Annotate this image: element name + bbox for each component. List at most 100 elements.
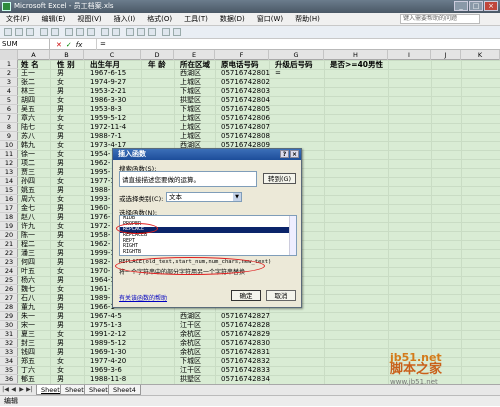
cell-b[interactable]: 女 (57, 177, 64, 186)
row-header[interactable]: 22 (0, 249, 18, 258)
row-header[interactable]: 14 (0, 177, 18, 186)
cell-b[interactable]: 男 (57, 204, 64, 213)
cell-g[interactable]: = (275, 69, 281, 78)
cell-f[interactable]: 05716742805 (221, 105, 270, 114)
cell-c[interactable]: 1959-5-12 (90, 114, 126, 123)
sort-asc-icon[interactable] (137, 28, 145, 36)
open-icon[interactable] (15, 28, 23, 36)
cell-a[interactable]: 董九 (21, 303, 35, 312)
cell-a[interactable]: 许九 (21, 222, 35, 231)
go-button[interactable]: 转到(G) (263, 173, 296, 184)
cell-c[interactable]: 1953-8-3 (90, 105, 122, 114)
cell-f[interactable]: 05716742831 (221, 348, 270, 357)
new-icon[interactable] (4, 28, 12, 36)
cell-c[interactable]: 1975-1-3 (90, 321, 122, 330)
row-header[interactable]: 24 (0, 267, 18, 276)
column-header-g[interactable]: G (269, 50, 324, 60)
cell-b[interactable]: 女 (57, 267, 64, 276)
sort-desc-icon[interactable] (148, 28, 156, 36)
select-all-corner[interactable] (0, 50, 18, 60)
chart-icon[interactable] (162, 28, 170, 36)
dialog-help-icon[interactable]: ? (280, 150, 289, 158)
cell-e[interactable]: 下城区 (180, 87, 201, 96)
cell-a[interactable]: 朱一 (21, 312, 35, 321)
cell-e[interactable]: 拱墅区 (180, 96, 201, 105)
menu-insert[interactable]: 插入(I) (108, 13, 142, 26)
row-header[interactable]: 6 (0, 105, 18, 114)
cell-b[interactable]: 男 (57, 213, 64, 222)
dialog-titlebar[interactable]: 插入函数 ? × (113, 149, 301, 160)
cell-e[interactable]: 余杭区 (180, 348, 201, 357)
menu-window[interactable]: 窗口(W) (251, 13, 289, 26)
menu-edit[interactable]: 编辑(E) (36, 13, 72, 26)
cell-c[interactable]: 1961- (90, 285, 110, 294)
menu-tools[interactable]: 工具(T) (178, 13, 214, 26)
cell-c[interactable]: 1988-7-1 (90, 132, 122, 141)
cell-b[interactable]: 男 (57, 69, 64, 78)
cell-c[interactable]: 1967-4-5 (90, 312, 122, 321)
cell-b[interactable]: 女 (57, 123, 64, 132)
cell-b[interactable]: 男 (57, 348, 64, 357)
cancel-entry-icon[interactable]: ✕ (56, 41, 62, 49)
cell-e[interactable]: 西湖区 (180, 312, 201, 321)
cell-c[interactable]: 1972-11-4 (90, 123, 126, 132)
cell-a[interactable]: 夏三 (21, 330, 35, 339)
save-icon[interactable] (26, 28, 34, 36)
cell-f[interactable]: 05716742832 (221, 357, 270, 366)
cell-f[interactable]: 05716742827 (221, 312, 270, 321)
menu-data[interactable]: 数据(D) (214, 13, 251, 26)
row-header[interactable]: 25 (0, 276, 18, 285)
row-header[interactable]: 1 (0, 60, 18, 69)
cell-b[interactable]: 女 (57, 78, 64, 87)
cell-b[interactable]: 男 (57, 375, 64, 384)
cell-a[interactable]: 项二 (21, 159, 35, 168)
cell-b[interactable]: 男 (57, 159, 64, 168)
cell-b[interactable]: 男 (57, 249, 64, 258)
column-header-b[interactable]: B (50, 50, 84, 60)
cell-c[interactable]: 1988- (90, 186, 110, 195)
function-list[interactable]: MIDB PROPER REPLACE REPLACEB REPT RIGHT … (119, 215, 297, 256)
cell-b[interactable]: 性 别 (57, 60, 75, 69)
cell-f[interactable]: 05716742829 (221, 330, 270, 339)
cell-b[interactable]: 男 (57, 105, 64, 114)
cell-f[interactable]: 05716742804 (221, 96, 270, 105)
cell-a[interactable]: 杨六 (21, 276, 35, 285)
cell-b[interactable]: 女 (57, 141, 64, 150)
cell-a[interactable]: 陈一 (21, 231, 35, 240)
category-select[interactable]: 文本 ▼ (166, 192, 242, 202)
cell-a[interactable]: 何四 (21, 258, 35, 267)
row-header[interactable]: 7 (0, 114, 18, 123)
row-header[interactable]: 12 (0, 159, 18, 168)
column-header-k[interactable]: K (461, 50, 500, 60)
search-function-input[interactable]: 请直接描述您要做的运算。 (119, 171, 257, 187)
cell-a[interactable]: 程二 (21, 240, 35, 249)
row-header[interactable]: 30 (0, 321, 18, 330)
column-header-j[interactable]: J (431, 50, 461, 60)
cell-a[interactable]: 宋一 (21, 321, 35, 330)
cell-a[interactable]: 苏八 (21, 132, 35, 141)
row-header[interactable]: 31 (0, 330, 18, 339)
cell-h[interactable]: 是否>=40男性 (330, 60, 383, 69)
cell-c[interactable]: 1991-2-12 (90, 330, 126, 339)
cell-a[interactable]: 潘三 (21, 249, 35, 258)
cell-a[interactable]: 封三 (21, 339, 35, 348)
cell-b[interactable]: 女 (57, 366, 64, 375)
row-header[interactable]: 2 (0, 69, 18, 78)
cell-e[interactable]: 下城区 (180, 357, 201, 366)
cell-f[interactable]: 05716742833 (221, 366, 270, 375)
cancel-button[interactable]: 取消 (266, 290, 296, 301)
row-header[interactable]: 21 (0, 240, 18, 249)
cell-a[interactable]: 徐一 (21, 150, 35, 159)
cell-b[interactable]: 女 (57, 357, 64, 366)
cell-a[interactable]: 王一 (21, 69, 35, 78)
cell-a[interactable]: 韩九 (21, 141, 35, 150)
row-header[interactable]: 17 (0, 204, 18, 213)
cell-c[interactable]: 1953-2-21 (90, 87, 126, 96)
minimize-button[interactable]: _ (454, 1, 468, 11)
cell-a[interactable]: 胡四 (21, 96, 35, 105)
name-box[interactable]: SUM (0, 39, 50, 50)
row-header[interactable]: 27 (0, 294, 18, 303)
cell-a[interactable]: 姚五 (21, 186, 35, 195)
cell-f[interactable]: 05716742801 (221, 69, 270, 78)
column-header-d[interactable]: D (141, 50, 174, 60)
